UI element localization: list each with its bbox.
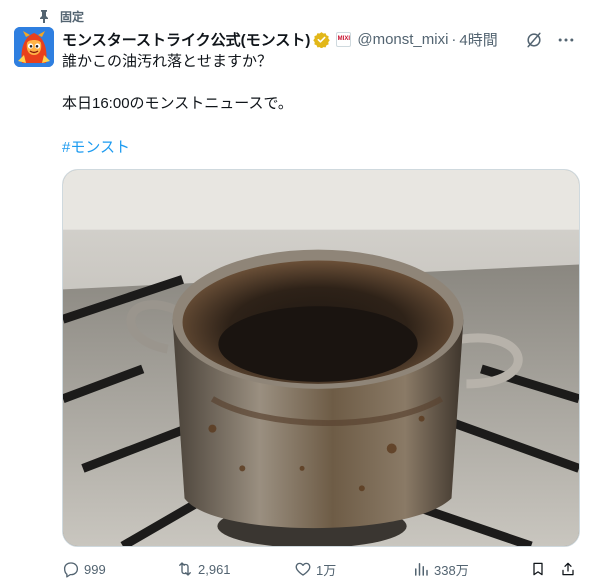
pin-icon (40, 10, 48, 23)
repost-button[interactable]: 2,961 (176, 558, 231, 580)
post-text-line-2: 本日16:00のモンストニュースで。 (62, 95, 293, 112)
more-icon[interactable] (556, 30, 576, 50)
bookmark-icon (533, 562, 543, 576)
views-count: 338万 (434, 562, 469, 578)
like-button[interactable]: 1万 (294, 558, 336, 580)
post-image[interactable] (62, 169, 580, 547)
bookmark-button[interactable] (530, 558, 550, 580)
post-header: モンスターストライク公式(モンスト) MIXI @monst_mixi · 4時… (62, 28, 586, 50)
handle[interactable]: @monst_mixi (357, 31, 448, 48)
pinned-label: 固定 (60, 9, 85, 24)
reply-button[interactable]: 999 (62, 558, 106, 580)
hashtag-link[interactable]: #モンスト (62, 136, 130, 157)
action-bar: 999 2,961 1万 338万 (62, 558, 586, 580)
grok-icon[interactable] (524, 30, 544, 50)
repost-count: 2,961 (198, 561, 231, 577)
pinned-indicator: 固定 (38, 8, 84, 24)
display-name[interactable]: モンスターストライク公式(モンスト) (62, 29, 310, 50)
affiliate-badge[interactable]: MIXI (336, 31, 352, 47)
views-icon (415, 563, 428, 576)
verified-badge-icon[interactable] (313, 31, 331, 48)
like-count: 1万 (316, 562, 337, 578)
reply-icon (63, 562, 79, 578)
timestamp[interactable]: 4時間 (459, 29, 497, 50)
share-button[interactable] (560, 558, 580, 580)
separator: · (451, 30, 457, 48)
avatar[interactable] (14, 27, 54, 67)
reply-count: 999 (84, 561, 106, 577)
repost-icon (179, 562, 191, 576)
share-icon (562, 562, 574, 576)
post-text-line-1: 誰かこの油汚れ落とせますか？ (62, 53, 273, 70)
views-button[interactable]: 338万 (412, 558, 469, 580)
heart-icon (295, 562, 311, 576)
